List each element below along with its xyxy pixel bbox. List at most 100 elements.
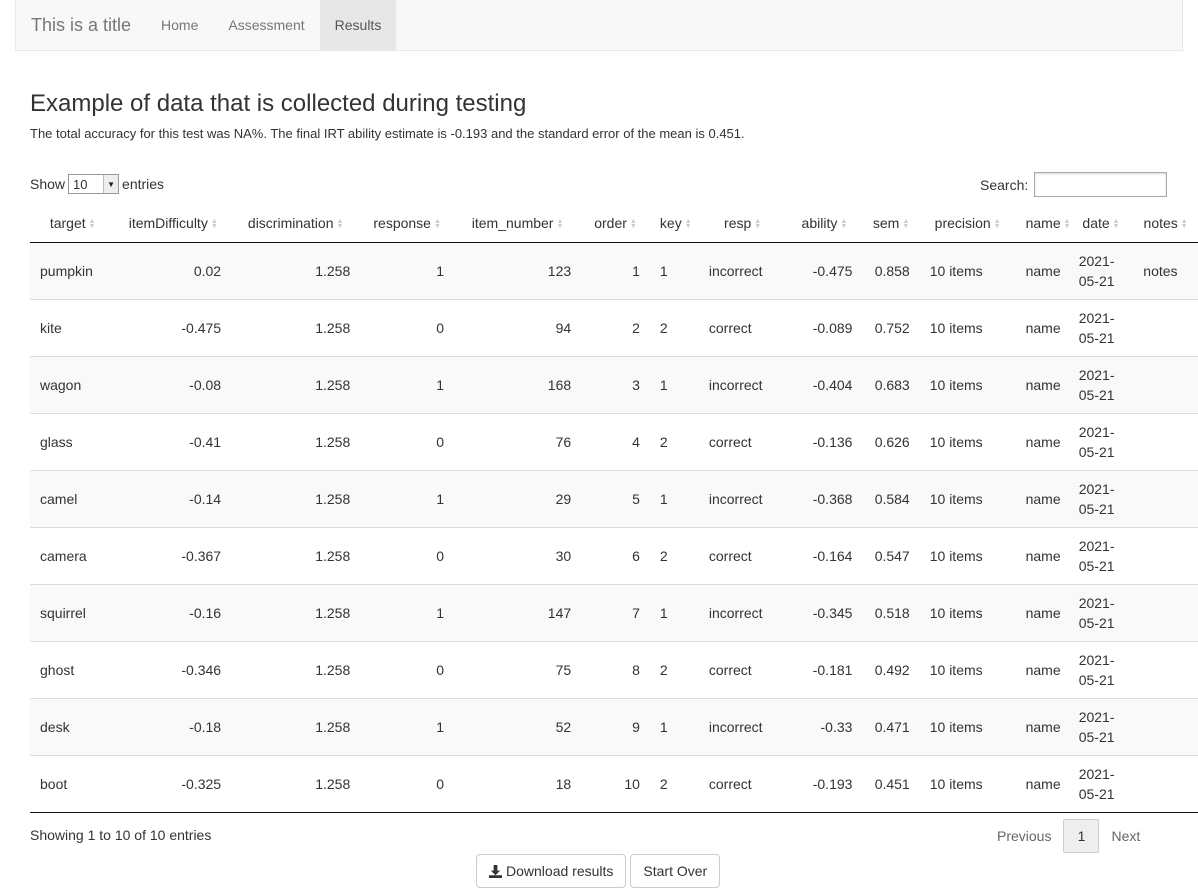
column-header-notes[interactable]: notes ▲ ▼ (1133, 204, 1198, 243)
nav-home[interactable]: Home (146, 0, 213, 50)
cell-date: 2021-05-21 (1068, 298, 1134, 356)
column-header-resp[interactable]: resp ▲ ▼ (698, 204, 787, 243)
entries-select[interactable]: 10 ▼ (68, 174, 120, 194)
cell-date: 2021-05-21 (1068, 526, 1134, 584)
column-header-label: target (49, 214, 86, 231)
cell-itemdifficulty: -0.18 (115, 697, 232, 755)
cell-precision: 10 items (919, 583, 1016, 641)
column-header-name[interactable]: name ▲ ▼ (1015, 204, 1071, 243)
cell-order: 2 (581, 298, 650, 356)
column-header-label: order (594, 214, 627, 231)
nav-results[interactable]: Results (319, 0, 397, 50)
cell-response: 0 (360, 754, 455, 813)
column-header-label: key (659, 214, 682, 231)
column-header-label: notes (1143, 214, 1178, 231)
cell-sem: 0.584 (862, 469, 920, 527)
download-results-button[interactable]: Download results (476, 854, 627, 888)
cell-item-number: 94 (454, 298, 582, 356)
column-header-target[interactable]: target ▲ ▼ (30, 204, 116, 243)
cell-date: 2021-05-21 (1068, 242, 1134, 299)
sort-icon: ▲ ▼ (336, 218, 344, 231)
column-header-label: itemDifficulty (128, 214, 208, 231)
cell-response: 1 (360, 583, 455, 641)
search-input[interactable] (1034, 172, 1168, 197)
cell-target: pumpkin (30, 242, 116, 299)
cell-itemdifficulty: -0.475 (115, 298, 232, 356)
sort-icon: ▲ ▼ (993, 218, 1001, 231)
navbar-brand[interactable]: This is a title (16, 0, 146, 50)
cell-item-number: 75 (454, 640, 582, 698)
column-header-response[interactable]: response ▲ ▼ (360, 204, 455, 243)
table-row: glass -0.41 1.258 0 76 4 2 correct -0.136 0.626 10… (30, 412, 1198, 470)
cell-notes (1133, 469, 1198, 527)
column-header-date[interactable]: date ▲ ▼ (1068, 204, 1134, 243)
cell-itemdifficulty: -0.367 (115, 526, 232, 584)
previous-button[interactable]: Previous (985, 819, 1063, 853)
action-buttons: Download results Start Over (476, 854, 721, 888)
cell-itemdifficulty: -0.14 (115, 469, 232, 527)
nav-assessment[interactable]: Assessment (213, 0, 319, 50)
cell-item-number: 30 (454, 526, 582, 584)
page-title: Example of data that is collected during… (30, 90, 527, 117)
sort-icon: ▲ ▼ (684, 218, 692, 231)
cell-response: 1 (360, 469, 455, 527)
column-header-order[interactable]: order ▲ ▼ (581, 204, 650, 243)
cell-precision: 10 items (919, 754, 1016, 813)
page-1-button[interactable]: 1 (1063, 819, 1100, 853)
cell-sem: 0.752 (862, 298, 920, 356)
cell-date: 2021-05-21 (1068, 640, 1134, 698)
cell-target: desk (30, 697, 116, 755)
cell-itemdifficulty: -0.346 (115, 640, 232, 698)
sort-icon: ▲ ▼ (1112, 218, 1120, 231)
table-row: camera -0.367 1.258 0 30 6 2 correct -0.164 0.547… (30, 526, 1198, 584)
column-header-itemdifficulty[interactable]: itemDifficulty ▲ ▼ (115, 204, 232, 243)
column-header-sem[interactable]: sem ▲ ▼ (862, 204, 920, 243)
cell-discrimination: 1.258 (231, 469, 361, 527)
cell-ability: -0.404 (786, 355, 863, 413)
cell-date: 2021-05-21 (1068, 412, 1134, 470)
cell-sem: 0.683 (862, 355, 920, 413)
cell-discrimination: 1.258 (231, 242, 361, 299)
cell-item-number: 52 (454, 697, 582, 755)
column-header-discrimination[interactable]: discrimination ▲ ▼ (231, 204, 361, 243)
next-button[interactable]: Next (1099, 819, 1152, 853)
cell-date: 2021-05-21 (1068, 697, 1134, 755)
cell-ability: -0.345 (786, 583, 863, 641)
cell-discrimination: 1.258 (231, 640, 361, 698)
cell-sem: 0.626 (862, 412, 920, 470)
table-row: desk -0.18 1.258 1 52 9 1 incorrect -0.33 0.471 10… (30, 697, 1198, 755)
sort-icon: ▲ ▼ (629, 218, 637, 231)
table-row: ghost -0.346 1.258 0 75 8 2 correct -0.181 0.492 1… (30, 640, 1198, 698)
column-header-label: resp (724, 214, 752, 231)
cell-discrimination: 1.258 (231, 697, 361, 755)
table-body: pumpkin 0.02 1.258 1 123 1 1 incorrect -0.475 0.8… (30, 242, 1198, 813)
cell-order: 1 (581, 242, 650, 299)
cell-sem: 0.518 (862, 583, 920, 641)
cell-notes (1133, 697, 1198, 755)
cell-date: 2021-05-21 (1068, 754, 1134, 813)
column-header-item-number[interactable]: item_number ▲ ▼ (454, 204, 582, 243)
cell-target: camel (30, 469, 116, 527)
start-over-button[interactable]: Start Over (630, 854, 721, 888)
cell-ability: -0.164 (786, 526, 863, 584)
cell-target: squirrel (30, 583, 116, 641)
table-header: target ▲ ▼ itemDifficulty ▲ ▼ discrimination ▲ ▼… (30, 204, 1198, 243)
column-header-ability[interactable]: ability ▲ ▼ (786, 204, 863, 243)
cell-target: ghost (30, 640, 116, 698)
cell-name: name (1015, 583, 1069, 641)
cell-precision: 10 items (919, 412, 1016, 470)
cell-discrimination: 1.258 (231, 412, 361, 470)
cell-ability: -0.475 (786, 242, 863, 299)
cell-item-number: 76 (454, 412, 582, 470)
column-header-precision[interactable]: precision ▲ ▼ (919, 204, 1016, 243)
cell-precision: 10 items (919, 697, 1016, 755)
cell-name: name (1015, 697, 1069, 755)
cell-ability: -0.193 (786, 754, 863, 813)
cell-key: 1 (649, 583, 699, 641)
column-header-key[interactable]: key ▲ ▼ (649, 204, 699, 243)
sort-icon: ▲ ▼ (902, 218, 910, 231)
cell-name: name (1015, 469, 1069, 527)
cell-key: 2 (649, 298, 699, 356)
cell-target: boot (30, 754, 116, 813)
sort-icon: ▲ ▼ (840, 218, 848, 231)
